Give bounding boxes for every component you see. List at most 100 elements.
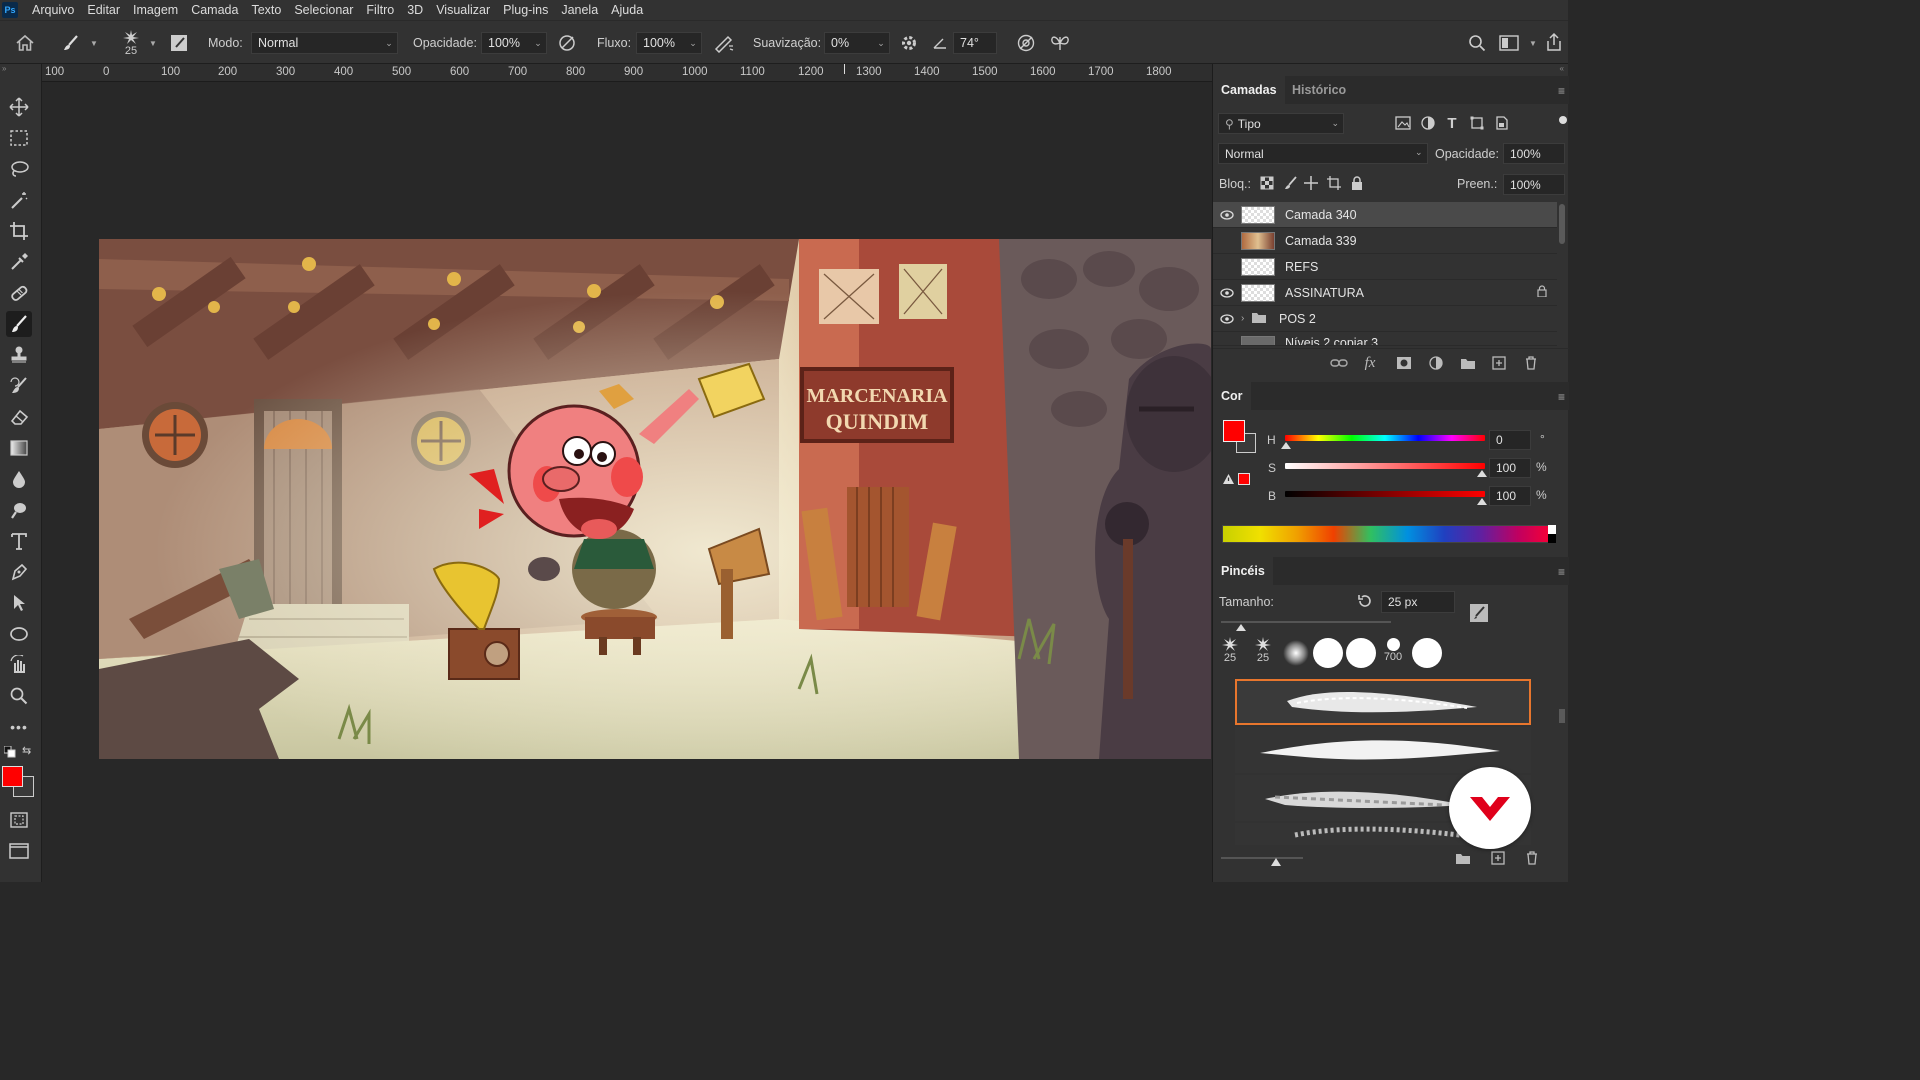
overlay-logo-button[interactable] bbox=[1449, 767, 1531, 849]
visibility-eye-icon[interactable] bbox=[1213, 209, 1241, 220]
panel-menu-icon[interactable]: ≡ bbox=[1558, 565, 1565, 579]
reset-size-icon[interactable] bbox=[1356, 591, 1374, 611]
adjustment-layer-icon[interactable] bbox=[1426, 354, 1446, 372]
default-colors-icon[interactable] bbox=[3, 745, 16, 761]
symmetry-butterfly-icon[interactable] bbox=[1047, 31, 1073, 55]
share-icon[interactable] bbox=[1542, 30, 1566, 54]
layers-scrollbar[interactable] bbox=[1559, 204, 1565, 244]
link-layers-icon[interactable] bbox=[1329, 354, 1349, 372]
saturation-slider-thumb[interactable] bbox=[1477, 470, 1487, 477]
gradient-icon[interactable] bbox=[6, 435, 32, 461]
mode-select[interactable]: Normal bbox=[251, 32, 398, 54]
soft-round-tip[interactable] bbox=[1283, 640, 1309, 666]
brush-tool-icon[interactable] bbox=[6, 311, 32, 337]
type-tool-icon[interactable] bbox=[6, 528, 32, 554]
lasso-icon[interactable] bbox=[6, 156, 32, 182]
pressure-size-icon[interactable] bbox=[1013, 31, 1039, 55]
brush-stroke-preset-selected[interactable] bbox=[1235, 679, 1531, 725]
brushes-scrollbar[interactable] bbox=[1559, 709, 1565, 723]
filter-toggle-icon[interactable] bbox=[1559, 116, 1567, 124]
angle-field[interactable]: 74° bbox=[953, 32, 997, 54]
menu-imagem[interactable]: Imagem bbox=[133, 3, 178, 17]
delete-layer-trash-icon[interactable] bbox=[1521, 354, 1541, 372]
collapse-toolbar-icon[interactable]: » bbox=[2, 64, 16, 74]
hue-value-field[interactable]: 0 bbox=[1489, 430, 1531, 450]
hue-slider[interactable] bbox=[1285, 435, 1485, 441]
menu-visualizar[interactable]: Visualizar bbox=[436, 3, 490, 17]
saturation-slider[interactable] bbox=[1285, 463, 1485, 469]
eraser-icon[interactable] bbox=[6, 404, 32, 430]
chevron-down-icon[interactable]: ⌄ bbox=[874, 32, 888, 54]
blur-drop-icon[interactable] bbox=[6, 466, 32, 492]
filter-adjustment-icon[interactable] bbox=[1418, 113, 1438, 133]
layer-row[interactable]: REFS bbox=[1213, 254, 1557, 280]
create-brush-icon[interactable] bbox=[1468, 602, 1490, 624]
brush-size-picker[interactable]: 25 bbox=[118, 25, 144, 61]
tab-historico[interactable]: Histórico bbox=[1292, 76, 1346, 104]
lock-position-icon[interactable] bbox=[1303, 175, 1319, 191]
foreground-color-swatch[interactable] bbox=[2, 766, 23, 787]
crop-icon[interactable] bbox=[6, 218, 32, 244]
brush-preview-size-slider[interactable] bbox=[1221, 857, 1303, 859]
more-tools-icon[interactable]: ••• bbox=[6, 714, 32, 740]
filter-smart-object-icon[interactable] bbox=[1492, 113, 1512, 133]
menu-texto[interactable]: Texto bbox=[251, 3, 281, 17]
layer-row[interactable]: Níveis 2 copiar 3 bbox=[1213, 332, 1557, 346]
healing-brush-icon[interactable] bbox=[6, 280, 32, 306]
brush-size-slider-track[interactable] bbox=[1221, 621, 1391, 623]
lock-transparent-icon[interactable] bbox=[1259, 175, 1275, 191]
brush-size-field[interactable]: 25 px bbox=[1381, 591, 1455, 613]
saturation-value-field[interactable]: 100 bbox=[1489, 458, 1531, 478]
rectangular-marquee-icon[interactable] bbox=[6, 125, 32, 151]
hue-slider-thumb[interactable] bbox=[1281, 442, 1291, 449]
brightness-slider[interactable] bbox=[1285, 491, 1485, 497]
menu-ajuda[interactable]: Ajuda bbox=[611, 3, 643, 17]
pen-tool-icon[interactable] bbox=[6, 559, 32, 585]
layer-filter-select[interactable]: ⚲ Tipo ⌄ bbox=[1218, 113, 1344, 134]
new-brush-icon[interactable] bbox=[1488, 849, 1508, 867]
chevron-down-icon[interactable]: ▼ bbox=[88, 37, 100, 49]
brush-size-slider-thumb[interactable] bbox=[1236, 624, 1246, 631]
menu-plug-ins[interactable]: Plug-ins bbox=[503, 3, 548, 17]
brightness-slider-thumb[interactable] bbox=[1477, 498, 1487, 505]
color-spectrum-ramp[interactable] bbox=[1222, 525, 1556, 543]
filter-shape-icon[interactable] bbox=[1467, 113, 1487, 133]
brush-preset-tip[interactable]: 700 bbox=[1381, 638, 1405, 670]
menu-editar[interactable]: Editar bbox=[87, 3, 120, 17]
collapse-panels-icon[interactable]: « bbox=[1560, 64, 1564, 73]
workspace-layout-icon[interactable] bbox=[1496, 31, 1522, 55]
airbrush-icon[interactable] bbox=[711, 31, 737, 55]
hard-round-tip[interactable] bbox=[1412, 638, 1442, 668]
magic-wand-icon[interactable] bbox=[6, 187, 32, 213]
menu-filtro[interactable]: Filtro bbox=[366, 3, 394, 17]
hard-round-tip[interactable] bbox=[1346, 638, 1376, 668]
zoom-icon[interactable] bbox=[6, 683, 32, 709]
screen-mode-icon[interactable] bbox=[6, 838, 32, 864]
chevron-down-icon[interactable]: ⌄ bbox=[531, 32, 545, 54]
layer-opacity-field[interactable]: 100% bbox=[1503, 143, 1565, 164]
gear-icon[interactable] bbox=[897, 31, 921, 55]
brush-preset-tip[interactable]: 25 bbox=[1218, 636, 1242, 668]
panel-menu-icon[interactable]: ≡ bbox=[1558, 84, 1565, 98]
clone-stamp-icon[interactable] bbox=[6, 342, 32, 368]
hard-round-tip[interactable] bbox=[1313, 638, 1343, 668]
lock-pixels-brush-icon[interactable] bbox=[1283, 175, 1299, 191]
visibility-eye-icon[interactable] bbox=[1213, 287, 1241, 298]
hand-rotate-icon[interactable] bbox=[6, 652, 32, 678]
search-icon[interactable] bbox=[1465, 31, 1489, 55]
menu-janela[interactable]: Janela bbox=[561, 3, 598, 17]
filter-pixel-icon[interactable] bbox=[1393, 113, 1413, 133]
path-selection-icon[interactable] bbox=[6, 590, 32, 616]
ellipse-tool-icon[interactable] bbox=[6, 621, 32, 647]
quick-mask-icon[interactable] bbox=[6, 807, 32, 833]
move-tool-icon[interactable] bbox=[6, 94, 32, 120]
swap-colors-icon[interactable]: ⇆ bbox=[22, 744, 31, 757]
lock-all-icon[interactable] bbox=[1349, 175, 1365, 191]
foreground-color-chip[interactable] bbox=[1223, 420, 1245, 442]
layer-row[interactable]: ASSINATURA bbox=[1213, 280, 1557, 306]
gamut-color-chip[interactable] bbox=[1238, 473, 1250, 485]
artwork-canvas[interactable]: MARCENARIA QUINDIM bbox=[99, 239, 1211, 759]
new-brush-group-folder-icon[interactable] bbox=[1453, 849, 1473, 867]
tab-cor[interactable]: Cor bbox=[1213, 382, 1251, 410]
history-brush-icon[interactable] bbox=[6, 373, 32, 399]
